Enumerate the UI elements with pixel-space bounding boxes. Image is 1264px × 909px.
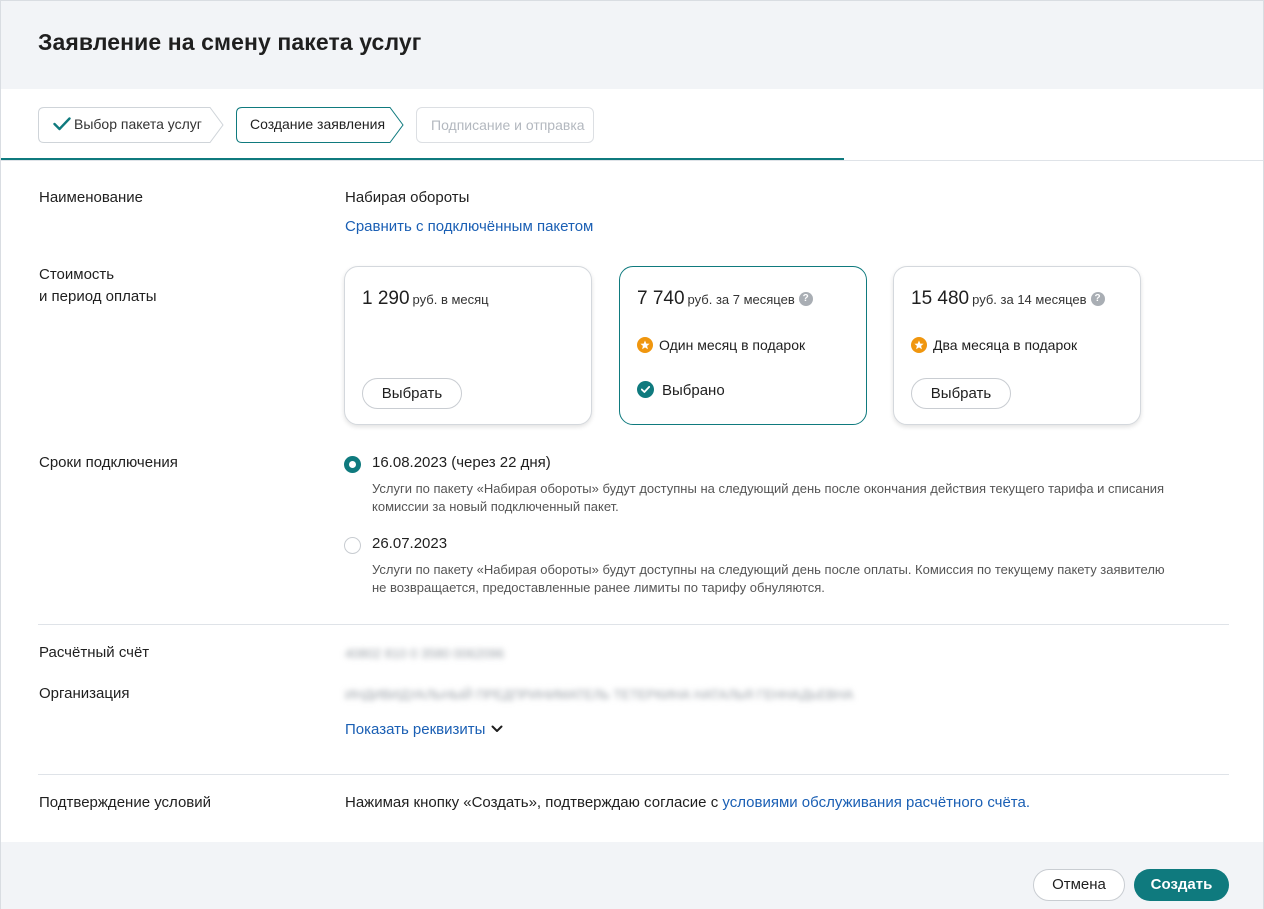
show-details-text: Показать реквизиты [345, 721, 486, 738]
price-period: руб. в месяц [412, 292, 489, 307]
compare-package-link[interactable]: Сравнить с подключённым пакетом [345, 216, 593, 238]
account-number: 40802 810 0 3580 0062096 [345, 646, 505, 661]
gift-text: Два месяца в подарок [933, 337, 1078, 353]
choose-button[interactable]: Выбрать [911, 378, 1011, 409]
step-label: Создание заявления [250, 116, 386, 132]
radio-option-1[interactable] [344, 456, 361, 473]
gift-text: Один месяц в подарок [659, 337, 806, 353]
option-2-desc-line2: не возвращается, предоставленные ранее л… [372, 580, 825, 595]
modal-footer: Отмена Создать [1, 842, 1263, 909]
stepper: Выбор пакета услуг Создание заявления По… [1, 89, 1263, 161]
price-card-14-months[interactable]: 15 480 руб. за 14 месяцев? Два месяца в п… [893, 266, 1141, 425]
confirm-label: Подтверждение условий [39, 794, 212, 811]
choose-button[interactable]: Выбрать [362, 378, 462, 409]
price-period: руб. за 7 месяцев [687, 292, 795, 307]
radio-option-2[interactable] [344, 537, 361, 554]
price-card-monthly[interactable]: 1 290 руб. в месяц Выбрать [344, 266, 592, 425]
selected-text: Выбрано [662, 382, 725, 399]
option-2-desc-line1: Услуги по пакету «Набирая обороты» будут… [372, 562, 1165, 577]
show-details-link[interactable]: Показать реквизиты [345, 719, 503, 741]
price-period: руб. за 14 месяцев [972, 292, 1087, 307]
gift-note: Один месяц в подарок [637, 337, 805, 354]
create-button[interactable]: Создать [1134, 869, 1229, 901]
price-amount: 7 740 [637, 288, 685, 309]
modal-window: Заявление на смену пакета услуг Выбор па… [0, 0, 1264, 909]
price-amount: 1 290 [362, 288, 410, 309]
step-label: Выбор пакета услуг [74, 116, 202, 132]
divider [38, 624, 1229, 625]
cost-label-line2: и период оплаты [39, 288, 157, 305]
price: 15 480 руб. за 14 месяцев? [911, 288, 1105, 310]
step-label: Подписание и отправка [431, 117, 585, 133]
option-2-title: 26.07.2023 [372, 535, 448, 552]
cost-label-line1: Стоимость [39, 266, 115, 283]
check-circle-icon [637, 380, 654, 398]
stepper-progress-bar [1, 158, 844, 160]
step-select-package[interactable]: Выбор пакета услуг [38, 107, 224, 143]
check-icon [53, 117, 71, 131]
price: 7 740 руб. за 7 месяцев? [637, 288, 813, 310]
package-name: Набирая обороты [345, 189, 470, 206]
cancel-button[interactable]: Отмена [1033, 869, 1125, 901]
name-label: Наименование [39, 189, 143, 206]
help-icon[interactable]: ? [1090, 291, 1105, 306]
account-label: Расчётный счёт [39, 644, 150, 661]
price-amount: 15 480 [911, 288, 970, 309]
option-1-desc-line2: комиссии за новый подключенный пакет. [372, 499, 619, 514]
service-terms-link[interactable]: условиями обслуживания расчётного счёта. [722, 794, 1030, 811]
option-1-description: Услуги по пакету «Набирая обороты» будут… [372, 480, 1222, 516]
terms-label: Сроки подключения [39, 454, 178, 471]
gift-note: Два месяца в подарок [911, 337, 1077, 354]
option-1-title: 16.08.2023 (через 22 дня) [372, 454, 551, 471]
page-title: Заявление на смену пакета услуг [38, 29, 422, 55]
cost-label: Стоимость и период оплаты [39, 264, 157, 308]
step-sign-and-send: Подписание и отправка [416, 107, 594, 143]
option-2-description: Услуги по пакету «Набирая обороты» будут… [372, 561, 1222, 597]
selected-indicator: Выбрано [637, 380, 725, 400]
modal-header: Заявление на смену пакета услуг [1, 1, 1263, 89]
divider [38, 774, 1229, 775]
price-card-7-months[interactable]: 7 740 руб. за 7 месяцев? Один месяц в под… [619, 266, 867, 425]
option-1-desc-line1: Услуги по пакету «Набирая обороты» будут… [372, 481, 1165, 496]
organization-name: ИНДИВИДУАЛЬНЫЙ ПРЕДПРИНИМАТЕЛЬ ТЕТЕРКИНА… [345, 687, 854, 702]
star-icon [637, 337, 653, 354]
organization-label: Организация [39, 685, 130, 702]
step-create-application[interactable]: Создание заявления [236, 107, 404, 143]
confirm-text: Нажимая кнопку «Создать», подтверждаю со… [345, 792, 1030, 814]
chevron-down-icon [491, 725, 503, 733]
star-icon [911, 337, 927, 354]
help-icon[interactable]: ? [798, 291, 813, 306]
price: 1 290 руб. в месяц [362, 288, 489, 310]
confirm-statement: Нажимая кнопку «Создать», подтверждаю со… [345, 794, 719, 811]
